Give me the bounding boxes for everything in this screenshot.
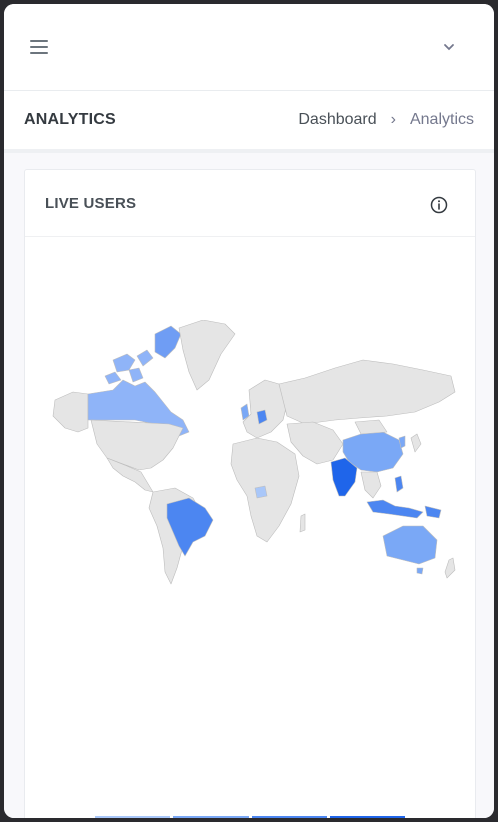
map-region-new-zealand[interactable]: [444, 557, 456, 579]
legend-swatch-1: [95, 816, 171, 818]
legend-swatch-2: [173, 816, 249, 818]
map-region-indonesia[interactable]: [366, 499, 424, 519]
world-map[interactable]: [43, 320, 463, 590]
breadcrumb-current: Analytics: [409, 111, 474, 128]
map-region-papua[interactable]: [424, 505, 442, 519]
main-content: LIVE USERS: [4, 153, 494, 818]
map-region-canada-islands[interactable]: [104, 349, 154, 385]
map-region-japan[interactable]: [410, 433, 422, 453]
info-icon[interactable]: [430, 196, 448, 214]
breadcrumb: Dashboard › Analytics: [298, 111, 474, 129]
card-title: LIVE USERS: [45, 195, 137, 212]
legend-swatch-4: [329, 816, 405, 818]
map-region-usa[interactable]: [90, 419, 184, 471]
legend-swatch-3: [251, 816, 327, 818]
app-window: ANALYTICS Dashboard › Analytics LIVE USERS: [4, 4, 494, 818]
map-region-greenland[interactable]: [178, 320, 236, 391]
map-region-se-asia[interactable]: [360, 471, 382, 499]
map-region-australia[interactable]: [382, 525, 438, 565]
map-region-madagascar[interactable]: [299, 513, 306, 533]
map-region-alaska[interactable]: [52, 391, 89, 433]
live-users-card: LIVE USERS: [24, 169, 476, 818]
breadcrumb-separator: ›: [390, 111, 396, 128]
top-navbar: [4, 4, 494, 91]
map-region-philippines[interactable]: [394, 475, 404, 493]
map-region-nigeria[interactable]: [254, 485, 268, 499]
card-header: LIVE USERS: [25, 170, 475, 237]
page-title: ANALYTICS: [24, 111, 116, 128]
map-region-russia[interactable]: [278, 359, 456, 425]
map-region-mongolia[interactable]: [354, 419, 388, 435]
breadcrumb-dashboard-link[interactable]: Dashboard: [298, 111, 376, 128]
map-region-baffin[interactable]: [154, 325, 182, 359]
legend-color-scale: [95, 816, 405, 818]
page-title-bar: ANALYTICS Dashboard › Analytics: [4, 91, 494, 153]
map-region-tasmania[interactable]: [416, 567, 424, 575]
chevron-down-icon[interactable]: [442, 40, 456, 54]
hamburger-icon[interactable]: [30, 40, 48, 54]
